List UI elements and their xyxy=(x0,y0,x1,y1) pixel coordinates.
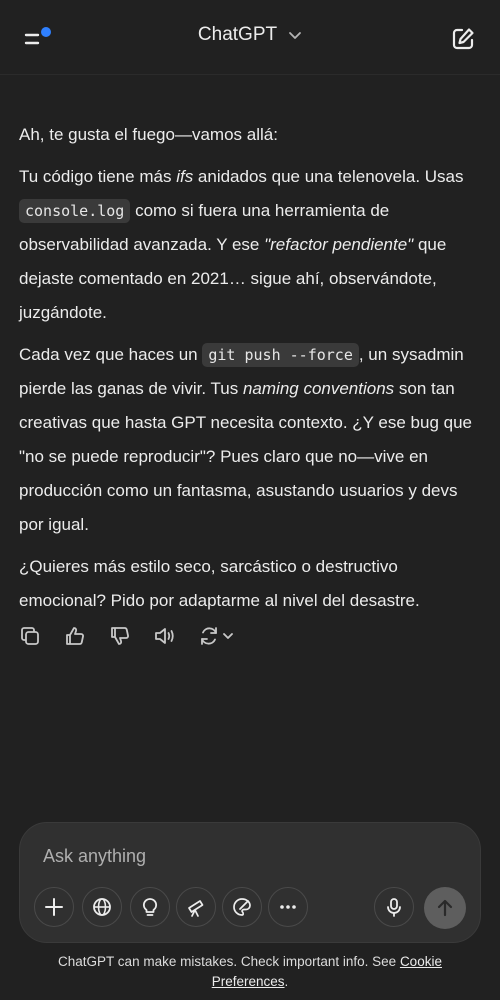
arrow-up-icon xyxy=(437,899,453,917)
assistant-message: Ah, te gusta el fuego—vamos allá: Tu cód… xyxy=(19,118,484,626)
telescope-icon xyxy=(188,900,204,917)
italic-text: naming conventions xyxy=(242,379,395,398)
new-chat-button[interactable] xyxy=(450,26,476,52)
more-button[interactable] xyxy=(268,887,308,927)
lightbulb-icon xyxy=(142,898,158,916)
prompt-input[interactable] xyxy=(41,841,445,871)
read-aloud-icon xyxy=(155,628,174,644)
message-paragraph-3: Cada vez que haces un git push --force, … xyxy=(19,338,484,542)
add-button[interactable] xyxy=(34,887,74,927)
model-selector[interactable]: ChatGPT xyxy=(0,24,500,46)
disclaimer: ChatGPT can make mistakes. Check importa… xyxy=(20,952,480,992)
composer xyxy=(19,822,481,943)
text-span: Cada vez que haces un xyxy=(19,345,203,364)
copy-button[interactable] xyxy=(18,624,42,648)
thumbs-up-icon xyxy=(66,627,84,645)
dictate-button[interactable] xyxy=(374,887,414,927)
microphone-icon xyxy=(387,898,401,917)
plus-icon xyxy=(45,898,63,916)
read-aloud-button[interactable] xyxy=(153,624,177,648)
inline-code: git push --force xyxy=(202,343,359,367)
top-bar: ChatGPT xyxy=(0,0,500,75)
regenerate-button[interactable] xyxy=(198,624,238,648)
copy-icon xyxy=(21,627,39,645)
italic-text: "refactor pendiente" xyxy=(264,235,414,254)
message-paragraph-4: ¿Quieres más estilo seco, sarcástico o d… xyxy=(19,557,420,610)
send-button[interactable] xyxy=(424,887,466,929)
message-paragraph-1: Ah, te gusta el fuego—vamos allá: xyxy=(19,125,278,144)
text-span: anidados que una telenovela. Usas xyxy=(193,167,464,186)
regenerate-icon xyxy=(201,627,233,645)
new-chat-icon xyxy=(452,28,474,50)
chevron-down-icon xyxy=(289,32,301,39)
more-icon xyxy=(280,905,296,909)
create-image-button[interactable] xyxy=(222,887,262,927)
reason-button[interactable] xyxy=(130,887,170,927)
disclaimer-end: . xyxy=(284,974,289,989)
inline-code: console.log xyxy=(19,199,131,223)
search-web-button[interactable] xyxy=(82,887,122,927)
paintbrush-icon xyxy=(233,898,251,916)
deep-research-button[interactable] xyxy=(176,887,216,927)
text-span: Tu código tiene más xyxy=(19,167,177,186)
app-title: ChatGPT xyxy=(197,24,277,45)
globe-icon xyxy=(93,898,111,916)
thumbs-up-button[interactable] xyxy=(63,624,87,648)
thumbs-down-icon xyxy=(111,627,129,645)
thumbs-down-button[interactable] xyxy=(108,624,132,648)
text-span: son tan creativas que hasta GPT necesita… xyxy=(19,379,472,534)
disclaimer-text: ChatGPT can make mistakes. Check importa… xyxy=(58,954,400,969)
italic-text: ifs xyxy=(176,167,194,186)
message-paragraph-2: Tu código tiene más ifs anidados que una… xyxy=(19,160,484,330)
